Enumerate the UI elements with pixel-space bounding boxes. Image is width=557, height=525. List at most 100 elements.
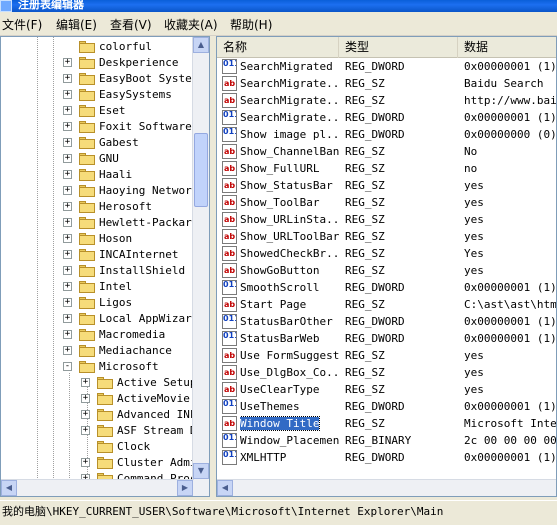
- column-header-data[interactable]: 数据: [458, 37, 556, 58]
- expand-icon[interactable]: +: [63, 154, 72, 163]
- tree-item[interactable]: + INCAInternet: [1, 247, 192, 263]
- expand-icon[interactable]: +: [63, 138, 72, 147]
- menu-edit[interactable]: 编辑(E): [56, 17, 97, 33]
- tree-vertical-scrollbar[interactable]: ▲ ▼: [192, 37, 209, 496]
- value-row[interactable]: ab Use_DlgBox_Co... REG_SZ yes: [217, 364, 556, 381]
- value-row[interactable]: 011 110XMLHTTP REG_DWORD 0x00000001 (1): [217, 449, 556, 466]
- scroll-up-button[interactable]: ▲: [193, 37, 209, 53]
- menu-help[interactable]: 帮助(H): [230, 17, 272, 33]
- tree-item[interactable]: + ASF Stream De: [1, 423, 192, 439]
- tree-item[interactable]: + Eset: [1, 103, 192, 119]
- tree-item[interactable]: + Gabest: [1, 135, 192, 151]
- column-header-name[interactable]: 名称: [217, 37, 339, 58]
- expand-icon[interactable]: +: [63, 218, 72, 227]
- list-horizontal-scrollbar[interactable]: ◀: [217, 479, 556, 496]
- tree-item[interactable]: + Hewlett-Packard: [1, 215, 192, 231]
- registry-value-list[interactable]: 名称 类型 数据 011 110SearchMigratedREG_DWORD0…: [216, 36, 557, 497]
- value-row[interactable]: ab UseClearType REG_SZ yes: [217, 381, 556, 398]
- title-bar[interactable]: 注册表编辑器: [0, 0, 557, 12]
- expand-icon[interactable]: +: [63, 298, 72, 307]
- collapse-icon[interactable]: -: [63, 362, 72, 371]
- tree-item[interactable]: + Hoson: [1, 231, 192, 247]
- tree-item[interactable]: + Local AppWizard-: [1, 311, 192, 327]
- expand-icon[interactable]: +: [63, 170, 72, 179]
- value-row[interactable]: ab Use FormSuggest REG_SZ yes: [217, 347, 556, 364]
- expand-icon[interactable]: +: [63, 346, 72, 355]
- tree-item[interactable]: + Macromedia: [1, 327, 192, 343]
- value-row[interactable]: 011 110SearchMigrated REG_DWORD 0x00000001…: [217, 58, 556, 75]
- registry-key-tree[interactable]: colorful + Deskperience + EasyBoot Systems + E…: [0, 36, 210, 497]
- tree-item[interactable]: + Active Setup: [1, 375, 192, 391]
- value-row[interactable]: abWindow Title REG_SZ Microsoft Intern: [217, 415, 556, 432]
- expand-icon[interactable]: +: [81, 458, 90, 467]
- scroll-right-button[interactable]: ▶: [177, 480, 193, 496]
- tree-item[interactable]: - Microsoft: [1, 359, 192, 375]
- value-name: SmoothScroll: [240, 279, 340, 296]
- expand-icon[interactable]: +: [63, 202, 72, 211]
- value-row[interactable]: ab Show_StatusBar REG_SZ yes: [217, 177, 556, 194]
- value-row[interactable]: ab ShowedCheckBr... REG_SZ Yes: [217, 245, 556, 262]
- value-row[interactable]: 011 110StatusBarWeb REG_DWORD 0x00000001 (…: [217, 330, 556, 347]
- scroll-down-button[interactable]: ▼: [193, 463, 209, 479]
- expand-icon[interactable]: +: [63, 250, 72, 259]
- tree-item[interactable]: + Cluster Admin: [1, 455, 192, 471]
- expand-icon[interactable]: +: [81, 378, 90, 387]
- tree-item[interactable]: + Intel: [1, 279, 192, 295]
- tree-item[interactable]: + Mediachance: [1, 343, 192, 359]
- expand-icon[interactable]: +: [63, 106, 72, 115]
- value-row[interactable]: ab Show_URLToolBar REG_SZ yes: [217, 228, 556, 245]
- value-data: 0x00000001 (1): [464, 398, 556, 415]
- value-row[interactable]: ab SearchMigrate... REG_SZ Baidu Search: [217, 75, 556, 92]
- expand-icon[interactable]: +: [63, 122, 72, 131]
- expand-icon[interactable]: +: [63, 282, 72, 291]
- value-row[interactable]: ab ShowGoButton REG_SZ yes: [217, 262, 556, 279]
- tree-item[interactable]: + GNU: [1, 151, 192, 167]
- menu-view[interactable]: 查看(V): [110, 17, 152, 33]
- value-row[interactable]: 011 110SmoothScroll REG_DWORD 0x00000001 (…: [217, 279, 556, 296]
- menu-file[interactable]: 文件(F): [2, 17, 42, 33]
- expand-icon[interactable]: +: [63, 266, 72, 275]
- tree-item[interactable]: + Haoying Network: [1, 183, 192, 199]
- expand-icon[interactable]: +: [81, 410, 90, 419]
- value-row[interactable]: 011 110SearchMigrate... REG_DWORD 0x000000…: [217, 109, 556, 126]
- value-type-text: REG_BINARY: [345, 434, 412, 447]
- tree-item[interactable]: + InstallShield: [1, 263, 192, 279]
- value-row[interactable]: 011 110Show image pl... REG_DWORD 0x000000…: [217, 126, 556, 143]
- expand-icon[interactable]: +: [63, 58, 72, 67]
- expand-icon[interactable]: +: [63, 234, 72, 243]
- tree-item[interactable]: + Herosoft: [1, 199, 192, 215]
- value-type: REG_SZ: [345, 194, 460, 211]
- expand-icon[interactable]: +: [63, 90, 72, 99]
- tree-item[interactable]: colorful: [1, 39, 192, 55]
- tree-item[interactable]: + EasySystems: [1, 87, 192, 103]
- value-row[interactable]: abSearchMigrate... REG_SZ http://www.baidu: [217, 92, 556, 109]
- column-header-type[interactable]: 类型: [339, 37, 458, 58]
- value-row[interactable]: ab Show_URLinSta... REG_SZ yes: [217, 211, 556, 228]
- scroll-thumb[interactable]: [194, 133, 208, 207]
- value-row[interactable]: ab Show_ToolBar REG_SZ yes: [217, 194, 556, 211]
- value-row[interactable]: ab Show_FullURL REG_SZ no: [217, 160, 556, 177]
- value-row[interactable]: ab Start Page REG_SZ C:\ast\ast\html: [217, 296, 556, 313]
- tree-item[interactable]: + Deskperience: [1, 55, 192, 71]
- value-row[interactable]: ab Show_ChannelBand REG_SZ No: [217, 143, 556, 160]
- tree-item[interactable]: + EasyBoot Systems: [1, 71, 192, 87]
- tree-item[interactable]: + Advanced INF: [1, 407, 192, 423]
- tree-item[interactable]: + Foxit Software 2: [1, 119, 192, 135]
- expand-icon[interactable]: +: [63, 314, 72, 323]
- value-row[interactable]: 011 110UseThemes REG_DWORD 0x00000001 (1): [217, 398, 556, 415]
- expand-icon[interactable]: +: [81, 426, 90, 435]
- tree-item[interactable]: + Ligos: [1, 295, 192, 311]
- scroll-left-button[interactable]: ◀: [1, 480, 17, 496]
- menu-favorites[interactable]: 收藏夹(A): [164, 17, 218, 33]
- tree-item[interactable]: + ActiveMovie: [1, 391, 192, 407]
- scroll-left-button[interactable]: ◀: [217, 480, 233, 496]
- tree-item[interactable]: Clock: [1, 439, 192, 455]
- expand-icon[interactable]: +: [63, 186, 72, 195]
- expand-icon[interactable]: +: [81, 394, 90, 403]
- expand-icon[interactable]: +: [63, 330, 72, 339]
- tree-horizontal-scrollbar[interactable]: ◀ ▶: [1, 479, 194, 496]
- value-row[interactable]: 011 110Window_Placement REG_BINARY 2c 00 0…: [217, 432, 556, 449]
- value-row[interactable]: 011 110StatusBarOther REG_DWORD 0x00000001…: [217, 313, 556, 330]
- tree-item[interactable]: + Haali: [1, 167, 192, 183]
- expand-icon[interactable]: +: [63, 74, 72, 83]
